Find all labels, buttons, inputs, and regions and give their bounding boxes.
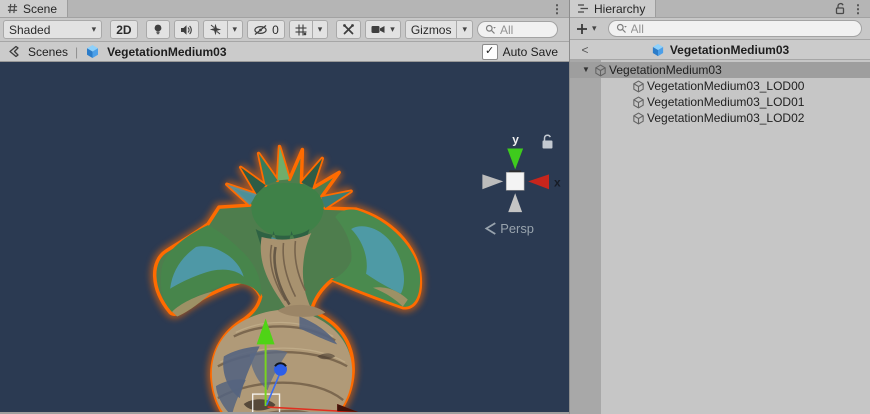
tools-icon <box>342 23 355 36</box>
tab-hierarchy[interactable]: Hierarchy <box>570 0 656 17</box>
scene-toolbar: Shaded ▾ 2D ▾ <box>0 18 569 42</box>
prefab-header-name: VegetationMedium03 <box>670 43 789 57</box>
hierarchy-tab-label: Hierarchy <box>594 2 645 16</box>
hidden-objects-count: 0 <box>272 23 279 37</box>
axis-cone-down[interactable] <box>508 193 522 212</box>
tree-row-label[interactable]: VegetationMedium03_LOD02 <box>647 111 804 125</box>
2d-toggle-button[interactable]: 2D <box>110 20 137 39</box>
hierarchy-panel-menu-icon[interactable]: ⋮ <box>852 3 864 15</box>
speaker-icon <box>180 24 193 36</box>
scene-tab-label: Scene <box>23 2 57 16</box>
chevron-down-icon: ▾ <box>233 25 238 34</box>
grid-icon <box>295 24 307 36</box>
auto-save-checkbox[interactable]: ✓ <box>482 44 498 60</box>
hierarchy-search[interactable] <box>608 20 862 37</box>
expander-icon[interactable]: ▼ <box>580 66 592 74</box>
crown-cap <box>252 183 324 237</box>
gizmos-label: Gizmos <box>411 23 452 37</box>
chevron-down-icon: ▾ <box>318 25 323 34</box>
axis-y-label: y <box>512 133 519 147</box>
camera-settings-dropdown[interactable]: ▾ <box>365 20 401 39</box>
lock-icon[interactable] <box>834 2 846 15</box>
scene-viewport[interactable]: y x Persp <box>0 62 569 414</box>
eye-slash-icon <box>253 24 268 36</box>
auto-save-label: Auto Save <box>503 45 558 59</box>
effects-sparkle-icon <box>209 23 222 36</box>
component-tools-button[interactable] <box>336 20 361 39</box>
tree-row-lod0[interactable]: VegetationMedium03_LOD00 <box>570 78 870 94</box>
scene-effects-dropdown[interactable]: ▾ <box>203 20 244 39</box>
scene-search[interactable] <box>477 21 558 38</box>
auto-save-control: ✓ Auto Save <box>482 44 562 60</box>
shading-mode-label: Shaded <box>9 23 50 37</box>
scene-lighting-button[interactable] <box>146 20 170 39</box>
chevron-down-icon: ▾ <box>390 25 395 34</box>
search-icon <box>616 23 627 34</box>
scene-tabbar: Scene ⋮ <box>0 0 569 18</box>
unity-editor-window: Scene ⋮ Shaded ▾ 2D <box>0 0 870 414</box>
vegetation-model-selected[interactable] <box>155 147 421 412</box>
hierarchy-toolbar: ▾ <box>570 18 870 40</box>
hierarchy-list-icon <box>577 3 589 14</box>
scene-panel: Scene ⋮ Shaded ▾ 2D <box>0 0 570 414</box>
scene-panel-menu-icon[interactable]: ⋮ <box>551 3 563 15</box>
breadcrumb-scenes-label[interactable]: Scenes <box>28 45 68 59</box>
grid-settings-dropdown[interactable]: ▾ <box>289 20 329 39</box>
scene-breadcrumb: Scenes | VegetationMedium03 ✓ Auto Save <box>0 42 569 62</box>
y-axis-cone[interactable] <box>507 149 523 170</box>
x-axis-cone[interactable] <box>528 174 549 189</box>
gizmos-dropdown[interactable]: Gizmos ▾ <box>405 20 473 39</box>
hierarchy-panel: Hierarchy ⋮ ▾ <box>570 0 870 414</box>
scene-audio-button[interactable] <box>174 20 199 39</box>
plus-icon <box>576 23 588 35</box>
shading-mode-dropdown[interactable]: Shaded ▾ <box>3 20 102 39</box>
prefab-mode-header: < VegetationMedium03 <box>570 40 870 60</box>
prefab-back-button[interactable]: < <box>570 43 600 57</box>
tree-row-label[interactable]: VegetationMedium03_LOD00 <box>647 79 804 93</box>
scene-visibility-button[interactable]: 0 <box>247 20 285 39</box>
search-icon <box>485 24 496 35</box>
tree-row-root[interactable]: ▼ VegetationMedium03 <box>570 62 870 78</box>
gameobject-cube-icon <box>632 96 645 109</box>
projection-toggle[interactable]: Persp <box>486 221 534 236</box>
tree-row-lod2[interactable]: VegetationMedium03_LOD02 <box>570 110 870 126</box>
camera-icon <box>371 24 386 35</box>
tree-row-label[interactable]: VegetationMedium03_LOD01 <box>647 95 804 109</box>
gizmo-center-cube[interactable] <box>506 172 524 190</box>
gameobject-cube-icon <box>632 112 645 125</box>
gameobject-cube-icon <box>632 80 645 93</box>
back-to-scenes-icon[interactable] <box>7 45 21 58</box>
axis-cone-left[interactable] <box>482 174 503 189</box>
chevron-down-icon: ▾ <box>462 25 467 34</box>
hierarchy-search-input[interactable] <box>631 22 854 36</box>
breadcrumb-divider: | <box>75 45 78 59</box>
tab-scene[interactable]: Scene <box>0 0 68 17</box>
tree-row-label[interactable]: VegetationMedium03 <box>609 63 722 77</box>
create-object-dropdown[interactable]: ▾ <box>573 19 600 38</box>
prefab-cube-icon <box>85 44 100 59</box>
chevron-down-icon: ▾ <box>92 25 97 34</box>
projection-label: Persp <box>500 221 534 236</box>
axis-x-label: x <box>554 175 561 189</box>
chevron-down-icon: ▾ <box>592 24 597 33</box>
viewport-lock-icon[interactable] <box>543 135 553 148</box>
tree-row-lod1[interactable]: VegetationMedium03_LOD01 <box>570 94 870 110</box>
prefab-cube-icon <box>651 43 665 57</box>
persp-arrow-icon <box>486 223 495 234</box>
check-icon: ✓ <box>485 46 494 57</box>
gameobject-cube-icon <box>594 64 607 77</box>
lightbulb-icon <box>152 23 164 36</box>
hierarchy-tabbar: Hierarchy ⋮ <box>570 0 870 18</box>
grid-hash-icon <box>7 3 18 14</box>
hierarchy-tree-area: ▼ VegetationMedium03 VegetationMedium03_… <box>570 60 870 414</box>
scene-search-input[interactable] <box>500 23 550 37</box>
breadcrumb-prefab-name[interactable]: VegetationMedium03 <box>107 45 226 59</box>
